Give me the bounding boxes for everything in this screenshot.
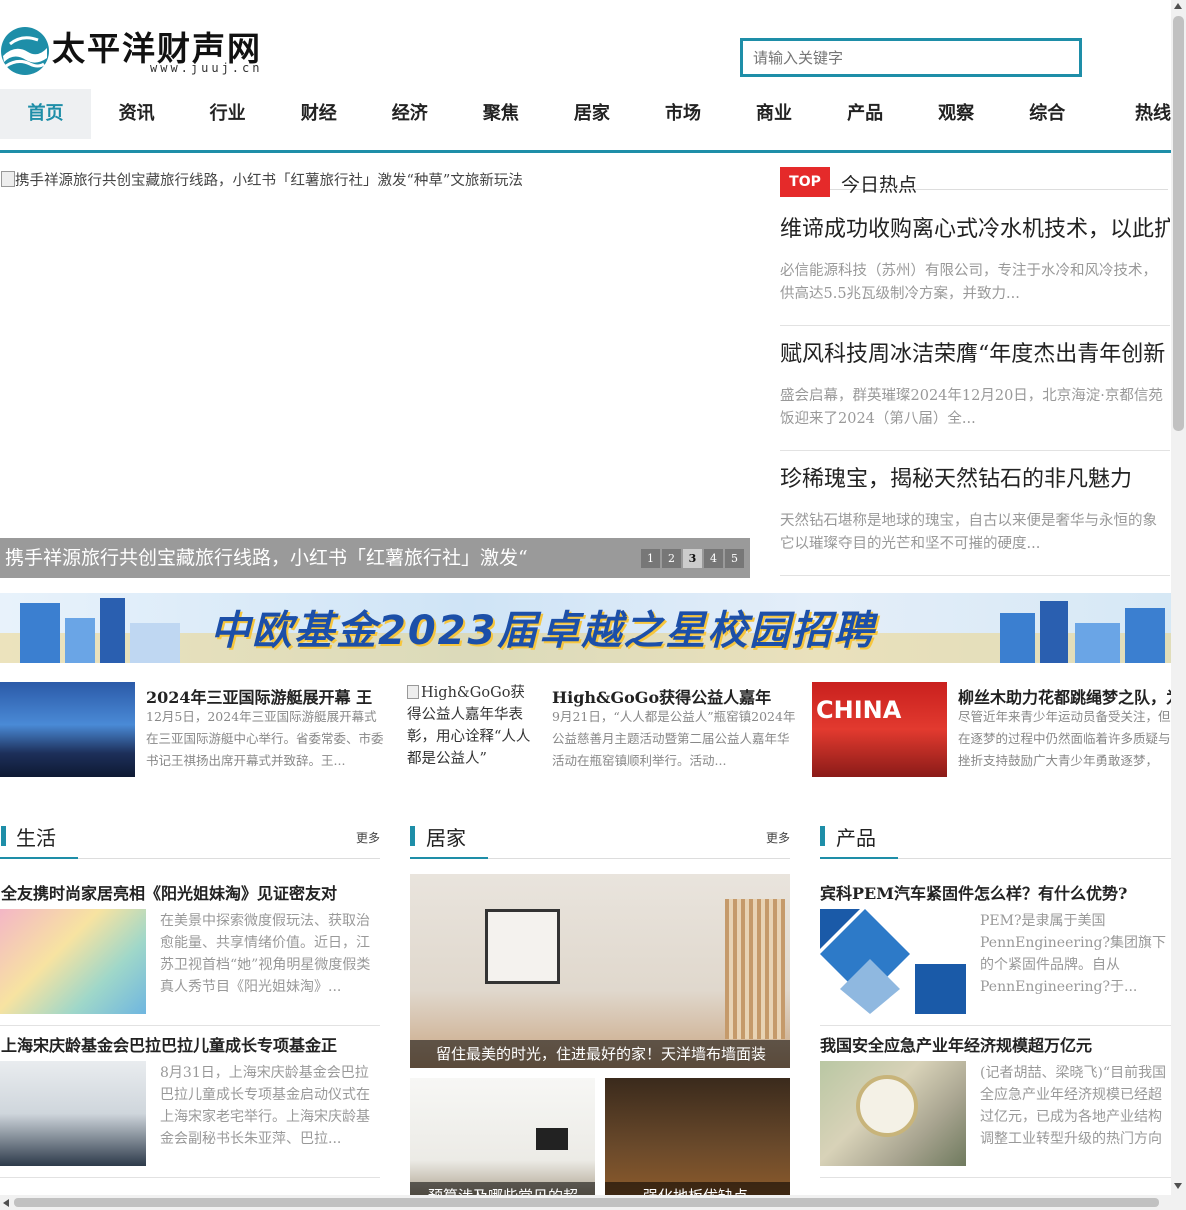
wall-art-frame <box>485 909 560 984</box>
section-marker <box>1 826 6 846</box>
slider-page-2[interactable]: 2 <box>662 549 681 568</box>
banner-text: 中欧基金2023届卓越之星校园招聘 <box>210 608 876 654</box>
nav-market[interactable]: 市场 <box>637 89 728 139</box>
hot-item-title[interactable]: 赋风科技周冰洁荣膺“年度杰出青年创新 <box>780 336 1170 368</box>
nav-home-living[interactable]: 居家 <box>546 89 637 139</box>
slider-broken-image-icon <box>1 171 15 187</box>
news-card-image[interactable] <box>0 682 135 777</box>
article-title[interactable]: 我国安全应急产业年经济规模超万亿元 <box>820 1032 1171 1056</box>
slider-page-1[interactable]: 1 <box>641 549 660 568</box>
hot-heading-line <box>780 189 1168 190</box>
section-marker <box>820 826 825 846</box>
section-title-home: 居家 <box>426 826 466 850</box>
home-sub-caption[interactable]: 预算涉及哪些常见的超 <box>410 1182 595 1195</box>
nav-hotline[interactable]: 热线 <box>1093 89 1171 139</box>
scroll-up-arrow-icon[interactable] <box>1174 3 1182 9</box>
main-nav: 首页 资讯 行业 财经 经济 聚焦 居家 市场 商业 产品 观察 综合 热线 <box>0 89 1171 153</box>
section-underline <box>0 857 78 859</box>
divider <box>820 1177 1171 1178</box>
vertical-scroll-thumb[interactable] <box>1173 16 1184 431</box>
article-image[interactable] <box>0 1061 146 1166</box>
article-desc: PEM?是隶属于美国PennEngineering?集团旗下的个紧固件品牌。自从… <box>980 913 1167 995</box>
slider-page-4[interactable]: 4 <box>704 549 723 568</box>
hot-item-desc: 盛会启幕，群英璀璨2024年12月20日，北京海淀·京都信苑饭迎来了2024（第… <box>780 388 1163 427</box>
slider-page-3[interactable]: 3 <box>683 549 702 568</box>
slider[interactable]: 携手祥源旅行共创宝藏旅行线路，小红书「红薯旅行社」激发“种草”文旅新玩法 <box>0 168 750 578</box>
slider-caption-bar: 携手祥源旅行共创宝藏旅行线路，小红书「红薯旅行社」激发“ <box>0 538 750 578</box>
article-desc: 在美景中探索微度假玩法、获取治愈能量、共享情绪价值。近日，江苏卫视首档“她”视角… <box>160 913 371 995</box>
nav-finance[interactable]: 财经 <box>273 89 364 139</box>
news-card-desc: 12月5日，2024年三亚国际游艇展开幕式在三亚国际游艇中心举行。省委常委、市委… <box>146 709 384 768</box>
home-sub-image[interactable]: 强化地板优缺点 <box>605 1078 790 1195</box>
hot-item-desc: 必信能源科技（苏州）有限公司，专注于水冷和风冷技术，供高达5.5兆瓦级制冷方案，… <box>780 263 1157 302</box>
logo-url: www.juuj.cn <box>150 61 263 75</box>
nav-business[interactable]: 商业 <box>729 89 820 139</box>
nav-news[interactable]: 资讯 <box>91 89 182 139</box>
article-title[interactable]: 上海宋庆龄基金会巴拉巴拉儿童成长专项基金正 <box>1 1032 380 1056</box>
article-image[interactable] <box>820 1061 966 1166</box>
hot-item-desc: 天然钻石堪称是地球的瑰宝，自古以来便是奢华与永恒的象它以璀璨夺目的光芒和坚不可摧… <box>780 513 1157 552</box>
article-image[interactable] <box>0 909 146 1014</box>
home-main-image[interactable]: 留住最美的时光，住进最好的家！天洋墙布墙面装 <box>410 874 790 1068</box>
divider <box>820 1025 1171 1026</box>
china-text-graphic: CHINA <box>816 696 902 724</box>
section-marker <box>410 826 415 846</box>
scroll-left-arrow-icon[interactable] <box>3 1199 9 1207</box>
article-desc: 8月31日，上海宋庆龄基金会巴拉巴拉儿童成长专项基金启动仪式在上海宋家老宅举行。… <box>160 1065 370 1147</box>
scroll-down-arrow-icon[interactable] <box>1174 1183 1182 1189</box>
hot-heading: 今日热点 <box>841 174 918 196</box>
top-badge: TOP <box>780 167 830 197</box>
hot-item-title[interactable]: 维谛成功收购离心式冷水机技术，以此扩 <box>780 211 1170 243</box>
section-underline <box>820 857 898 859</box>
nav-home[interactable]: 首页 <box>0 89 92 139</box>
divider <box>0 1177 380 1178</box>
nav-products[interactable]: 产品 <box>820 89 911 139</box>
more-link-home[interactable]: 更多 <box>766 829 790 846</box>
slider-image-alt[interactable]: 携手祥源旅行共创宝藏旅行线路，小红书「红薯旅行社」激发“种草”文旅新玩法 <box>15 169 735 190</box>
nav-focus[interactable]: 聚焦 <box>455 89 546 139</box>
section-title-life: 生活 <box>16 826 56 850</box>
slider-caption[interactable]: 携手祥源旅行共创宝藏旅行线路，小红书「红薯旅行社」激发“ <box>5 538 625 578</box>
article-image[interactable] <box>820 909 966 1014</box>
home-sub-image[interactable]: 预算涉及哪些常见的超 <box>410 1078 595 1195</box>
product-collage-graphic <box>820 909 966 1014</box>
divider <box>780 325 1170 326</box>
hot-item-title[interactable]: 珍稀瑰宝，揭秘天然钻石的非凡魅力 <box>780 461 1170 493</box>
more-link-life[interactable]: 更多 <box>356 829 380 846</box>
news-card-image[interactable]: CHINA <box>812 682 947 777</box>
nav-industry[interactable]: 行业 <box>182 89 273 139</box>
home-main-caption[interactable]: 留住最美的时光，住进最好的家！天洋墙布墙面装 <box>410 1040 790 1068</box>
nav-economy[interactable]: 经济 <box>364 89 455 139</box>
slider-page-5[interactable]: 5 <box>725 549 744 568</box>
news-card-image-alt[interactable]: High&GoGo获得公益人嘉年华表彰，用心诠释“人人都是公益人” <box>407 682 537 777</box>
section-title-product: 产品 <box>836 826 876 850</box>
divider <box>0 1025 380 1026</box>
tv-screen <box>536 1128 568 1150</box>
recruitment-banner[interactable]: 中欧基金2023届卓越之星校园招聘 <box>0 593 1171 663</box>
article-title[interactable]: 全友携时尚家居亮相《阳光姐妹淘》见证密友对 <box>1 880 380 904</box>
news-card-desc: 尽管近年来青少年运动员备受关注，但在逐梦的过程中仍然面临着许多质疑与挫折支持鼓励… <box>958 709 1171 768</box>
nav-observe[interactable]: 观察 <box>911 89 1002 139</box>
horizontal-scroll-thumb[interactable] <box>14 1198 1159 1207</box>
news-card-title[interactable]: High&GoGo获得公益人嘉年 <box>552 684 797 708</box>
divider <box>780 575 1170 576</box>
news-card-title[interactable]: 2024年三亚国际游艇展开幕 王 <box>146 684 386 708</box>
room-divider-screen <box>725 899 785 1039</box>
news-card-desc: 9月21日，“人人都是公益人”瓶窑镇2024年公益慈善月主题活动暨第二届公益人嘉… <box>552 709 796 768</box>
stopwatch-graphic <box>856 1075 918 1137</box>
section-underline <box>410 857 488 859</box>
logo-wave-icon <box>1 27 49 75</box>
news-card-title[interactable]: 柳丝木助力花都跳绳梦之队，为少 <box>958 684 1171 708</box>
nav-general[interactable]: 综合 <box>1002 89 1093 139</box>
article-desc: (记者胡喆、梁晓飞)“目前我国全应急产业年经济规模已经超过亿元，已成为各地产业结… <box>980 1065 1167 1147</box>
article-title[interactable]: 宾科PEM汽车紧固件怎么样？有什么优势? <box>820 880 1171 904</box>
search-input[interactable] <box>740 38 1082 77</box>
divider <box>780 450 1170 451</box>
home-sub-caption[interactable]: 强化地板优缺点 <box>605 1182 790 1195</box>
